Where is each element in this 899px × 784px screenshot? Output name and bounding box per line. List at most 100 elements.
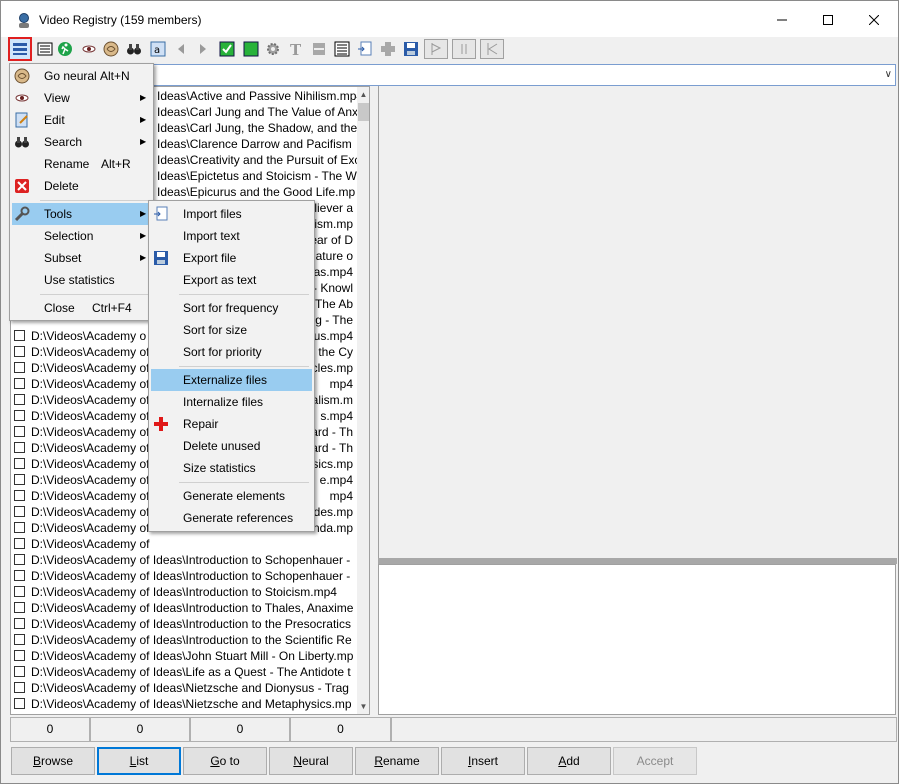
menu-item-subset[interactable]: Subset ▶ [12, 247, 151, 269]
import-button[interactable] [355, 39, 375, 59]
list-item-checkbox[interactable] [14, 522, 25, 533]
menu-item-export-file[interactable]: Export file [151, 247, 312, 269]
chevron-down-icon[interactable]: ∨ [885, 69, 892, 80]
insert-button[interactable]: Insert [441, 747, 525, 775]
scroll-up-icon[interactable]: ▲ [357, 87, 369, 102]
list-item-checkbox[interactable] [14, 618, 25, 629]
list-item-checkbox[interactable] [14, 506, 25, 517]
list-item-checkbox[interactable] [14, 570, 25, 581]
list-item-checkbox[interactable] [14, 698, 25, 709]
menu-toolbar-button[interactable] [8, 37, 32, 61]
list-item[interactable]: D:\Videos\Academy of Ideas\Nietzsche and… [11, 696, 357, 712]
list-item-checkbox[interactable] [14, 426, 25, 437]
close-button[interactable] [851, 1, 897, 39]
text-button[interactable]: T [286, 39, 306, 59]
menu-item-import-files[interactable]: Import files [151, 203, 312, 225]
list-item-checkbox[interactable] [14, 394, 25, 405]
forward-button[interactable] [193, 39, 213, 59]
list-scrollbar[interactable]: ▲ ▼ [357, 87, 369, 714]
list-item-checkbox[interactable] [14, 602, 25, 613]
menu-item-generate-elements[interactable]: Generate elements [151, 485, 312, 507]
menu-item-delete[interactable]: Delete [12, 175, 151, 197]
list-item-checkbox[interactable] [14, 442, 25, 453]
play-button[interactable] [424, 39, 448, 59]
list-item-checkbox[interactable] [14, 330, 25, 341]
list-item[interactable]: D:\Videos\Academy of Ideas\Nietzsche and… [11, 680, 357, 696]
rewind-button[interactable] [480, 39, 504, 59]
list-item-checkbox[interactable] [14, 538, 25, 549]
settings-button[interactable] [263, 39, 283, 59]
details-button[interactable] [332, 39, 352, 59]
neural-button-bottom[interactable]: Neural [269, 747, 353, 775]
scroll-down-icon[interactable]: ▼ [357, 699, 369, 714]
list-item-checkbox[interactable] [14, 458, 25, 469]
menu-item-repair[interactable]: Repair [151, 413, 312, 435]
list-item-checkbox[interactable] [14, 362, 25, 373]
list-item[interactable]: D:\Videos\Academy of Ideas\Introduction … [11, 600, 357, 616]
browse-button[interactable]: Browse [11, 747, 95, 775]
run-button[interactable] [55, 39, 75, 59]
list-item[interactable]: D:\Videos\Academy of Ideas\John Stuart M… [11, 648, 357, 664]
menu-item-import-text[interactable]: Import text [151, 225, 312, 247]
menu-item-delete-unused[interactable]: Delete unused [151, 435, 312, 457]
list-item[interactable]: D:\Videos\Academy of Ideas\Nietzsche and… [11, 712, 357, 715]
save-toolbar-button[interactable] [401, 39, 421, 59]
element-button[interactable] [309, 39, 329, 59]
neural-button[interactable] [101, 39, 121, 59]
menu-item-view[interactable]: View ▶ [12, 87, 151, 109]
menu-item-sort-priority[interactable]: Sort for priority [151, 341, 312, 363]
list-item-checkbox[interactable] [14, 586, 25, 597]
list-item-checkbox[interactable] [14, 346, 25, 357]
list-item-checkbox[interactable] [14, 634, 25, 645]
menu-item-edit[interactable]: Edit ▶ [12, 109, 151, 131]
details-panel[interactable] [378, 564, 896, 715]
menu-item-internalize-files[interactable]: Internalize files [151, 391, 312, 413]
menu-item-search[interactable]: Search ▶ [12, 131, 151, 153]
list-button[interactable]: List [97, 747, 181, 775]
list-item-checkbox[interactable] [14, 378, 25, 389]
back-button[interactable] [171, 39, 191, 59]
menu-item-size-statistics[interactable]: Size statistics [151, 457, 312, 479]
select-button[interactable] [241, 39, 261, 59]
menu-item-externalize-files[interactable]: Externalize files [151, 369, 312, 391]
list-view-button[interactable] [35, 39, 55, 59]
menu-item-go-neural[interactable]: Go neural Alt+N [12, 65, 151, 87]
list-item-checkbox[interactable] [14, 682, 25, 693]
menu-item-export-as-text[interactable]: Export as text [151, 269, 312, 291]
menu-item-generate-references[interactable]: Generate references [151, 507, 312, 529]
filter-combobox[interactable]: ∨ [151, 64, 896, 86]
rename-toolbar-button[interactable]: a [148, 39, 168, 59]
add-button[interactable]: Add [527, 747, 611, 775]
list-item-checkbox[interactable] [14, 666, 25, 677]
list-item[interactable]: D:\Videos\Academy of Ideas\Introduction … [11, 584, 357, 600]
list-item-checkbox[interactable] [14, 714, 25, 715]
check-all-button[interactable] [217, 39, 237, 59]
menu-item-tools[interactable]: Tools ▶ [12, 203, 151, 225]
list-item[interactable]: D:\Videos\Academy of Ideas\Introduction … [11, 616, 357, 632]
go-to-button[interactable]: Go to [183, 747, 267, 775]
menu-item-selection[interactable]: Selection ▶ [12, 225, 151, 247]
menu-item-sort-size[interactable]: Sort for size [151, 319, 312, 341]
list-item-checkbox[interactable] [14, 554, 25, 565]
search-button[interactable] [124, 39, 144, 59]
list-item[interactable]: D:\Videos\Academy of [11, 536, 357, 552]
rename-button[interactable]: Rename [355, 747, 439, 775]
list-item-checkbox[interactable] [14, 474, 25, 485]
view-button[interactable] [79, 39, 99, 59]
list-item[interactable]: D:\Videos\Academy of Ideas\Introduction … [11, 568, 357, 584]
scroll-thumb[interactable] [358, 103, 369, 121]
list-item[interactable]: D:\Videos\Academy of Ideas\Introduction … [11, 552, 357, 568]
minimize-button[interactable] [759, 1, 805, 39]
pause-button[interactable] [452, 39, 476, 59]
list-item-checkbox[interactable] [14, 650, 25, 661]
menu-item-use-statistics[interactable]: Use statistics [12, 269, 151, 291]
menu-item-sort-frequency[interactable]: Sort for frequency [151, 297, 312, 319]
list-item-checkbox[interactable] [14, 490, 25, 501]
list-item-checkbox[interactable] [14, 410, 25, 421]
menu-item-rename[interactable]: Rename Alt+R [12, 153, 151, 175]
component-button[interactable] [378, 39, 398, 59]
list-item[interactable]: D:\Videos\Academy of Ideas\Life as a Que… [11, 664, 357, 680]
list-item[interactable]: D:\Videos\Academy of Ideas\Introduction … [11, 632, 357, 648]
menu-item-close[interactable]: Close Ctrl+F4 [12, 297, 151, 319]
maximize-button[interactable] [805, 1, 851, 39]
